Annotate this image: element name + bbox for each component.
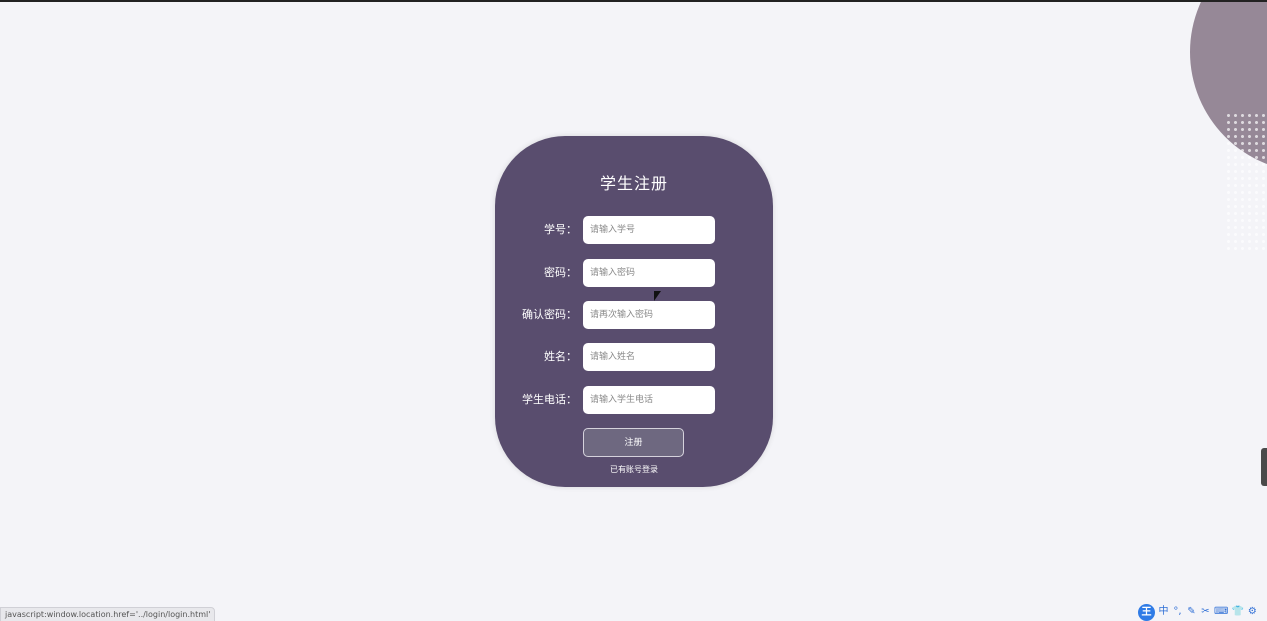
confirm-password-input[interactable] [583, 301, 715, 329]
password-row: 密码： [495, 259, 773, 287]
ime-chinese-mode-icon[interactable]: 中 [1158, 605, 1169, 619]
form-title: 学生注册 [599, 174, 668, 193]
student-id-row: 学号： [495, 216, 773, 244]
ime-scissors-icon[interactable]: ✂ [1200, 605, 1211, 619]
ime-settings-icon[interactable]: ⚙ [1247, 605, 1258, 619]
confirm-password-label: 确认密码： [522, 308, 577, 321]
register-button[interactable]: 注册 [583, 428, 684, 457]
password-label: 密码： [544, 266, 577, 279]
ime-skin-icon[interactable]: 👕 [1231, 605, 1243, 619]
name-input[interactable] [583, 343, 715, 371]
status-bar-url: javascript:window.location.href='../logi… [0, 607, 216, 621]
name-label: 姓名： [544, 350, 577, 363]
page: 学生注册 学号： 密码： 确认密码： 姓名： 学生电话： 注册 已有账号登录 j… [0, 0, 1267, 621]
phone-row: 学生电话： [495, 386, 773, 414]
ime-keyboard-icon[interactable]: ⌨ [1214, 605, 1228, 619]
confirm-password-row: 确认密码： [495, 301, 773, 329]
ime-punctuation-icon[interactable]: °, [1172, 605, 1183, 619]
decorative-dots [1225, 112, 1267, 252]
password-input[interactable] [583, 259, 715, 287]
name-row: 姓名： [495, 343, 773, 371]
side-panel-handle[interactable] [1261, 448, 1267, 486]
student-id-label: 学号： [544, 223, 577, 236]
phone-label: 学生电话： [522, 393, 577, 406]
ime-logo-icon[interactable]: 王 [1138, 603, 1155, 621]
ime-handwriting-icon[interactable]: ✎ [1186, 605, 1197, 619]
ime-toolbar: 王 中 °, ✎ ✂ ⌨ 👕 ⚙ [1138, 603, 1258, 621]
register-card: 学生注册 学号： 密码： 确认密码： 姓名： 学生电话： 注册 已有账号登录 [495, 136, 773, 487]
phone-input[interactable] [583, 386, 715, 414]
login-link[interactable]: 已有账号登录 [495, 464, 773, 475]
mouse-cursor-icon [654, 291, 661, 301]
student-id-input[interactable] [583, 216, 715, 244]
